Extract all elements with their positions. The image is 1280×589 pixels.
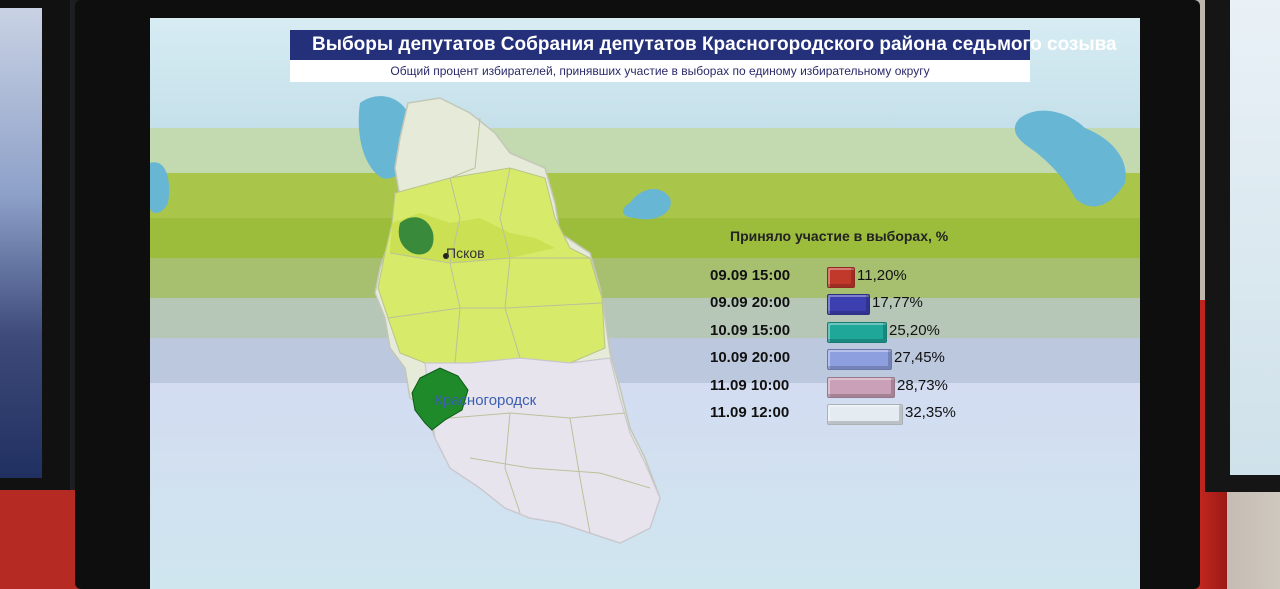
chart-data-label: 25,20% [889, 321, 940, 339]
chart-category-label: 11.09 10:00 [710, 376, 790, 394]
chart-category-label: 09.09 20:00 [710, 294, 791, 312]
left-monitor [0, 0, 70, 490]
chart-title: Приняло участие в выборах, % [730, 228, 949, 244]
left-monitor-screen [0, 8, 42, 478]
chart-data-label: 11,20% [857, 267, 907, 284]
chart-category-label: 11.09 12:00 [710, 404, 790, 421]
chart-row: 09.09 20:00 17,77% [710, 291, 1010, 316]
map-label-krasnogorodsk: Красногородск [434, 392, 537, 409]
chart-bar [827, 294, 870, 316]
chart-bar [827, 267, 855, 288]
lake-northeast [1014, 110, 1126, 207]
chart-bar [827, 376, 895, 398]
right-monitor-screen [1230, 0, 1280, 475]
chart-category-label: 10.09 20:00 [710, 349, 791, 367]
map-label-pskov: Псков [446, 245, 485, 261]
tv-screen: Выборы депутатов Собрания депутатов Крас… [150, 18, 1140, 589]
chart-row: 10.09 15:00 25,20% [710, 319, 1010, 343]
chart-bar [827, 404, 903, 425]
page-subtitle: Общий процент избирателей, принявших уча… [290, 60, 1030, 82]
chart-bar [827, 349, 892, 371]
chart-data-label: 32,35% [905, 404, 956, 421]
chart-data-label: 17,77% [872, 294, 923, 312]
chart-row: 11.09 10:00 28,73% [710, 374, 1010, 398]
districts-center [377, 167, 606, 364]
chart-data-label: 27,45% [894, 349, 945, 367]
chart-row: 09.09 15:00 11,20% [710, 264, 1010, 288]
right-monitor [1205, 0, 1280, 492]
chart-category-label: 09.09 15:00 [710, 267, 791, 284]
lake-west [150, 162, 170, 213]
chart-row: 11.09 12:00 32,35% [710, 401, 1010, 425]
chart-data-label: 28,73% [897, 376, 948, 394]
chart-row: 10.09 20:00 27,45% [710, 346, 1010, 371]
chart-bar [827, 321, 887, 343]
chart-category-label: 10.09 15:00 [710, 321, 791, 339]
lake-ilmen [623, 188, 671, 220]
page-title: Выборы депутатов Собрания депутатов Крас… [290, 30, 1117, 60]
